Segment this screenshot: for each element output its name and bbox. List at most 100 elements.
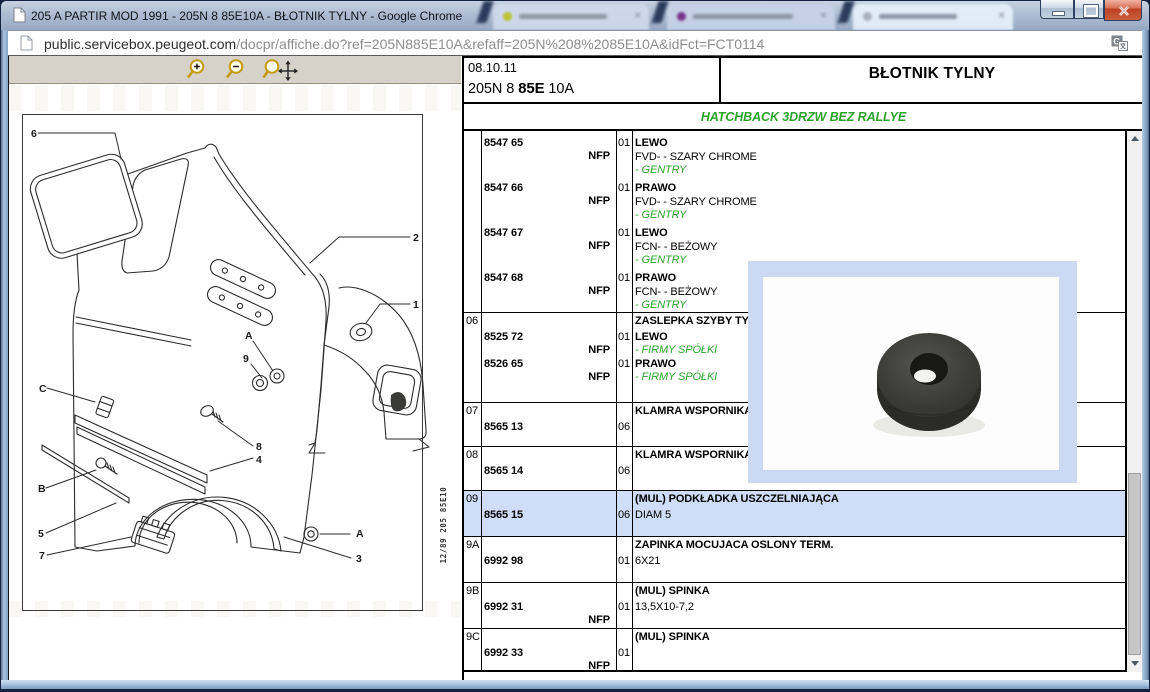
diagram-callout-2: 2 (413, 232, 419, 244)
part-photo (763, 277, 1059, 470)
part-desc-line: LEWO (635, 331, 668, 343)
table-scrollbar[interactable] (1127, 131, 1143, 672)
part-nfp: NFP (481, 285, 610, 297)
part-qty: 01 (616, 272, 632, 284)
tab-favicon (863, 12, 872, 21)
diagram-grommets (253, 369, 319, 541)
parts-group-row[interactable]: 9AZAPINKA MOCUJACA OSLONY TERM.6992 9801… (464, 536, 1125, 582)
parts-row-index: 08 (466, 449, 478, 461)
part-number: 8565 14 (484, 465, 523, 477)
maximize-button[interactable] (1074, 0, 1104, 19)
part-qty: 01 (616, 227, 632, 239)
part-desc-line: FVD- - SZARY CHROME (635, 151, 757, 163)
parts-header-ref-cell: 08.10.11 205N 8 85E 10A (464, 58, 721, 102)
part-nfp: NFP (481, 344, 610, 356)
page-title: BŁOTNIK TYLNY (721, 58, 1143, 102)
part-nfp: NFP (481, 371, 610, 383)
part-entry: 6992 98016X21 (464, 553, 1125, 583)
diagram-panel: 621A9C84B573A 12/89 205 85E10 (9, 56, 461, 680)
part-entry: 8547 6501NFPLEWOFVD- - SZARY CHROME- GEN… (464, 135, 1125, 180)
parts-row-description: ZAPINKA MOCUJACA OSLONY TERM. (635, 539, 833, 551)
parts-header: 08.10.11 205N 8 85E 10A BŁOTNIK TYLNY (464, 58, 1143, 104)
part-desc-line: PRAWO (635, 272, 676, 284)
diagram-callout-5: 5 (38, 528, 44, 540)
background-tab-notch (476, 1, 493, 23)
diagram-callout-6: 6 (31, 128, 37, 140)
parts-row-index: 9C (466, 631, 480, 643)
title-bar[interactable]: × × × 205 A PARTIR MOD 1991 - 205N 8 85E… (1, 1, 1149, 31)
minimize-button[interactable] (1040, 0, 1074, 19)
diagram-arch-finisher (157, 497, 281, 551)
diagram-mounting-plates (205, 257, 278, 328)
window-title: 205 A PARTIR MOD 1991 - 205N 8 85E10A - … (31, 9, 462, 23)
parts-row-description: KLAMRA WSPORNIKA (635, 449, 752, 461)
diagram-callout-9: 9 (243, 353, 249, 365)
diagram-callout-A: A (245, 330, 253, 342)
google-translate-icon[interactable]: G (1111, 35, 1128, 52)
part-entry: 6992 3101NFP13,5X10-7,2 (464, 599, 1125, 629)
parts-row-index: 06 (466, 315, 478, 327)
tab-close-icon: × (998, 8, 1005, 22)
part-desc-line: FCN- - BEŻOWY (635, 286, 717, 298)
close-button[interactable] (1104, 0, 1142, 21)
viewer-toolbar (9, 56, 461, 84)
part-qty: 01 (616, 555, 632, 567)
maximize-icon (1084, 5, 1098, 17)
part-desc-line: - GENTRY (635, 299, 686, 311)
part-qty: 06 (616, 421, 632, 433)
diagram-stamp: 12/89 205 85E10 (439, 487, 448, 564)
window-border-left (1, 30, 8, 680)
zoom-out-icon[interactable] (223, 58, 250, 81)
scroll-down-icon[interactable] (1127, 656, 1143, 672)
parts-row-description: KLAMRA WSPORNIKA (635, 405, 752, 417)
parts-group-row[interactable]: 9B(MUL) SPINKA6992 3101NFP13,5X10-7,2 (464, 582, 1125, 628)
parts-row-description: ZASLEPKA SZYBY TY (635, 315, 749, 327)
tab-close-icon: × (820, 8, 827, 22)
tab-title-blur (693, 14, 793, 19)
url-page-icon (20, 35, 33, 51)
diagram-callout-3: 3 (356, 553, 362, 565)
part-nfp: NFP (481, 150, 610, 162)
part-desc-line: - FIRMY SPÓŁKI (635, 371, 717, 383)
part-number: 6992 33 (484, 647, 523, 659)
part-qty: 06 (616, 509, 632, 521)
part-qty: 01 (616, 358, 632, 370)
part-desc-line: LEWO (635, 227, 668, 239)
zoom-pan-icon[interactable] (262, 58, 298, 81)
diagram-callout-C: C (39, 383, 47, 395)
scroll-up-icon[interactable] (1127, 131, 1143, 147)
window-border-right (1142, 30, 1149, 680)
background-tab: × (853, 4, 1013, 30)
zoom-in-icon[interactable] (184, 58, 211, 81)
diagram-canvas[interactable]: 621A9C84B573A 12/89 205 85E10 (9, 85, 461, 680)
diagram-callout-8: 8 (256, 441, 262, 453)
parts-row-description: (MUL) PODKŁADKA USZCZELNIAJĄCA (635, 493, 839, 505)
part-desc-line: 6X21 (635, 555, 660, 567)
url-host: public.servicebox.peugeot.com (44, 36, 236, 52)
rubber-washer-photo (763, 277, 1059, 470)
close-icon (1118, 5, 1130, 17)
tab-title-blur (879, 14, 957, 19)
catalog-date: 08.10.11 (468, 60, 719, 75)
part-number: 8547 67 (484, 227, 523, 239)
part-desc-line: PRAWO (635, 358, 676, 370)
part-qty: 01 (616, 601, 632, 613)
part-number: 8547 65 (484, 137, 523, 149)
parts-group-row[interactable]: 09(MUL) PODKŁADKA USZCZELNIAJĄCA8565 150… (464, 490, 1125, 536)
background-tab-notch (651, 1, 668, 23)
parts-group-row[interactable]: 9C(MUL) SPINKA6992 3301NFP (464, 628, 1125, 670)
diagram-callout-1: 1 (413, 299, 419, 311)
variant-row: HATCHBACK 3DRZW BEZ RALLYE (464, 104, 1143, 131)
url-text[interactable]: public.servicebox.peugeot.com/docpr/affi… (44, 36, 764, 52)
background-tab: × (493, 4, 649, 30)
part-desc-line: PRAWO (635, 182, 676, 194)
address-bar[interactable]: public.servicebox.peugeot.com/docpr/affi… (8, 30, 1142, 56)
part-desc-line: 13,5X10-7,2 (635, 601, 694, 613)
part-desc-line: - GENTRY (635, 164, 686, 176)
part-desc-line: LEWO (635, 137, 668, 149)
minimize-icon (1052, 11, 1065, 16)
diagram-callout-4: 4 (256, 454, 262, 466)
part-photo-popup[interactable] (748, 261, 1077, 483)
part-desc-line: - GENTRY (635, 209, 686, 221)
scrollbar-thumb[interactable] (1128, 473, 1141, 655)
